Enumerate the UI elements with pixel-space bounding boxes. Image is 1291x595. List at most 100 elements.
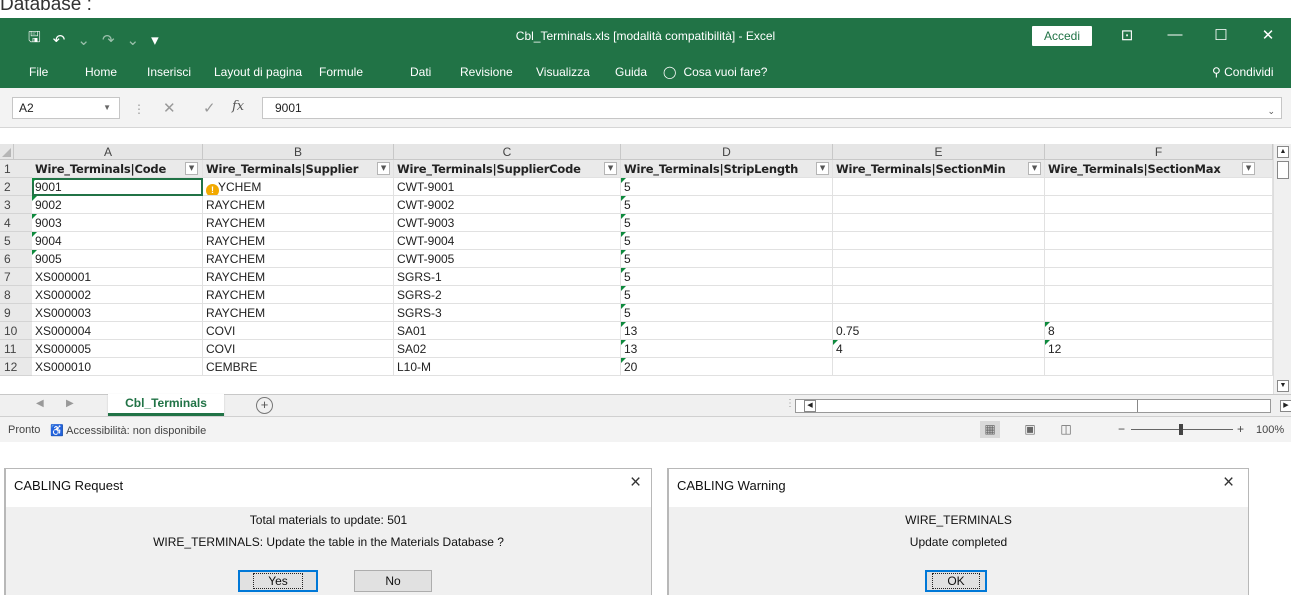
filter-dropdown-icon[interactable]: ▼ bbox=[1028, 162, 1041, 175]
table-cell[interactable]: CWT-9003 bbox=[394, 214, 621, 232]
column-header-d[interactable]: D bbox=[621, 144, 833, 160]
table-cell[interactable]: COVI bbox=[203, 322, 394, 340]
table-cell[interactable]: XS000003 bbox=[32, 304, 203, 322]
table-cell[interactable]: 9003 bbox=[32, 214, 203, 232]
table-cell[interactable]: XS000005 bbox=[32, 340, 203, 358]
tell-me-search[interactable]: ◯ Cosa vuoi fare? bbox=[663, 65, 767, 79]
table-cell[interactable]: RAYCHEM bbox=[203, 304, 394, 322]
zoom-level[interactable]: 100% bbox=[1256, 424, 1284, 436]
tab-split-handle-icon[interactable]: ⋮ bbox=[785, 398, 795, 409]
table-cell[interactable]: XS000010 bbox=[32, 358, 203, 376]
scroll-right-icon[interactable]: ▶ bbox=[1280, 400, 1291, 412]
table-cell[interactable]: CWT-9005 bbox=[394, 250, 621, 268]
column-header-a[interactable]: A bbox=[14, 144, 203, 160]
table-cell[interactable] bbox=[1045, 214, 1273, 232]
scroll-left-icon[interactable]: ◀ bbox=[804, 400, 816, 412]
table-cell[interactable] bbox=[1045, 268, 1273, 286]
row-header[interactable]: 3 bbox=[0, 196, 32, 214]
zoom-in-icon[interactable]: + bbox=[1237, 422, 1244, 436]
share-button[interactable]: ⚲ Condividi bbox=[1212, 65, 1274, 79]
table-cell[interactable]: 9005 bbox=[32, 250, 203, 268]
table-cell[interactable]: 4 bbox=[833, 340, 1045, 358]
table-cell[interactable] bbox=[1045, 196, 1273, 214]
tab-inserisci[interactable]: Inserisci bbox=[147, 65, 191, 79]
table-cell[interactable]: 9004 bbox=[32, 232, 203, 250]
column-header-f[interactable]: F bbox=[1045, 144, 1273, 160]
table-cell[interactable]: SGRS-1 bbox=[394, 268, 621, 286]
tab-file[interactable]: File bbox=[29, 65, 48, 79]
table-cell[interactable]: 5 bbox=[621, 232, 833, 250]
minimize-icon[interactable]: — bbox=[1160, 26, 1190, 43]
header-cell-supplier[interactable]: Wire_Terminals|Supplier ▼ bbox=[203, 160, 394, 178]
tab-guida[interactable]: Guida bbox=[615, 65, 647, 79]
spreadsheet-grid[interactable]: A B C D E F 1 Wire_Terminals|Code ▼ Wire_… bbox=[0, 128, 1291, 394]
page-break-view-icon[interactable]: ◫ bbox=[1056, 421, 1076, 438]
table-cell[interactable]: 8 bbox=[1045, 322, 1273, 340]
row-header[interactable]: 12 bbox=[0, 358, 32, 376]
table-cell[interactable]: RAYCHEM bbox=[203, 196, 394, 214]
table-cell[interactable]: SA02 bbox=[394, 340, 621, 358]
insert-function-icon[interactable]: fx bbox=[232, 99, 244, 114]
header-cell-suppliercode[interactable]: Wire_Terminals|SupplierCode ▼ bbox=[394, 160, 621, 178]
table-cell[interactable] bbox=[1045, 304, 1273, 322]
signin-button[interactable]: Accedi bbox=[1032, 26, 1092, 46]
filter-dropdown-icon[interactable]: ▼ bbox=[816, 162, 829, 175]
name-box[interactable]: A2 ▼ bbox=[12, 97, 120, 119]
table-cell[interactable] bbox=[833, 178, 1045, 196]
expand-formula-bar-icon[interactable]: ⌄ bbox=[1267, 101, 1275, 121]
close-icon[interactable]: × bbox=[1223, 472, 1234, 494]
table-cell[interactable]: 0.75 bbox=[833, 322, 1045, 340]
table-cell[interactable]: RAYCHEM bbox=[203, 214, 394, 232]
cancel-entry-icon[interactable]: ✕ bbox=[163, 99, 176, 117]
ribbon-display-options-icon[interactable]: ⊡ bbox=[1112, 26, 1142, 44]
table-cell[interactable] bbox=[833, 268, 1045, 286]
page-layout-view-icon[interactable]: ▣ bbox=[1020, 421, 1040, 438]
table-cell[interactable]: 5 bbox=[621, 178, 833, 196]
tab-revisione[interactable]: Revisione bbox=[460, 65, 513, 79]
table-cell[interactable]: CWT-9001 bbox=[394, 178, 621, 196]
row-header[interactable]: 5 bbox=[0, 232, 32, 250]
scroll-thumb[interactable] bbox=[1277, 161, 1289, 179]
horizontal-scrollbar[interactable]: ◀ ▶ bbox=[795, 399, 1291, 413]
close-icon[interactable]: × bbox=[630, 472, 641, 494]
table-cell[interactable]: RAYCHEM bbox=[203, 250, 394, 268]
table-cell[interactable]: COVI bbox=[203, 340, 394, 358]
table-cell[interactable]: SGRS-3 bbox=[394, 304, 621, 322]
select-all-corner[interactable] bbox=[0, 144, 14, 160]
header-cell-sectionmin[interactable]: Wire_Terminals|SectionMin ▼ bbox=[833, 160, 1045, 178]
row-header[interactable]: 6 bbox=[0, 250, 32, 268]
tab-dati[interactable]: Dati bbox=[410, 65, 431, 79]
horizontal-scroll-thumb[interactable] bbox=[818, 400, 1138, 412]
table-cell[interactable] bbox=[1045, 178, 1273, 196]
filter-dropdown-icon[interactable]: ▼ bbox=[604, 162, 617, 175]
row-header[interactable]: 10 bbox=[0, 322, 32, 340]
header-cell-striplength[interactable]: Wire_Terminals|StripLength ▼ bbox=[621, 160, 833, 178]
table-cell[interactable]: 5 bbox=[621, 286, 833, 304]
table-cell[interactable] bbox=[833, 214, 1045, 232]
table-cell[interactable]: SGRS-2 bbox=[394, 286, 621, 304]
scroll-down-icon[interactable]: ▼ bbox=[1277, 380, 1289, 392]
table-cell[interactable]: 9001 bbox=[32, 178, 203, 196]
row-header[interactable]: 7 bbox=[0, 268, 32, 286]
table-cell[interactable] bbox=[1045, 358, 1273, 376]
table-cell[interactable]: XS000004 bbox=[32, 322, 203, 340]
table-cell[interactable]: 13 bbox=[621, 340, 833, 358]
column-header-e[interactable]: E bbox=[833, 144, 1045, 160]
vertical-scrollbar[interactable]: ▲ ▼ bbox=[1273, 144, 1291, 394]
table-cell[interactable]: 13 bbox=[621, 322, 833, 340]
table-cell[interactable] bbox=[833, 250, 1045, 268]
previous-sheet-icon[interactable]: ◀ bbox=[36, 398, 44, 409]
table-cell[interactable] bbox=[1045, 250, 1273, 268]
table-cell[interactable] bbox=[833, 358, 1045, 376]
formula-input[interactable]: 9001 ⌄ bbox=[262, 97, 1282, 119]
ok-button[interactable]: OK bbox=[925, 570, 987, 592]
table-cell[interactable]: 5 bbox=[621, 304, 833, 322]
row-header[interactable]: 4 bbox=[0, 214, 32, 232]
row-header[interactable]: 11 bbox=[0, 340, 32, 358]
table-cell[interactable]: CEMBRE bbox=[203, 358, 394, 376]
table-cell[interactable]: L10-M bbox=[394, 358, 621, 376]
table-cell[interactable]: RAYCHEM bbox=[203, 286, 394, 304]
row-header[interactable]: 1 bbox=[0, 160, 32, 178]
table-cell[interactable]: CWT-9002 bbox=[394, 196, 621, 214]
row-header[interactable]: 2 bbox=[0, 178, 32, 196]
